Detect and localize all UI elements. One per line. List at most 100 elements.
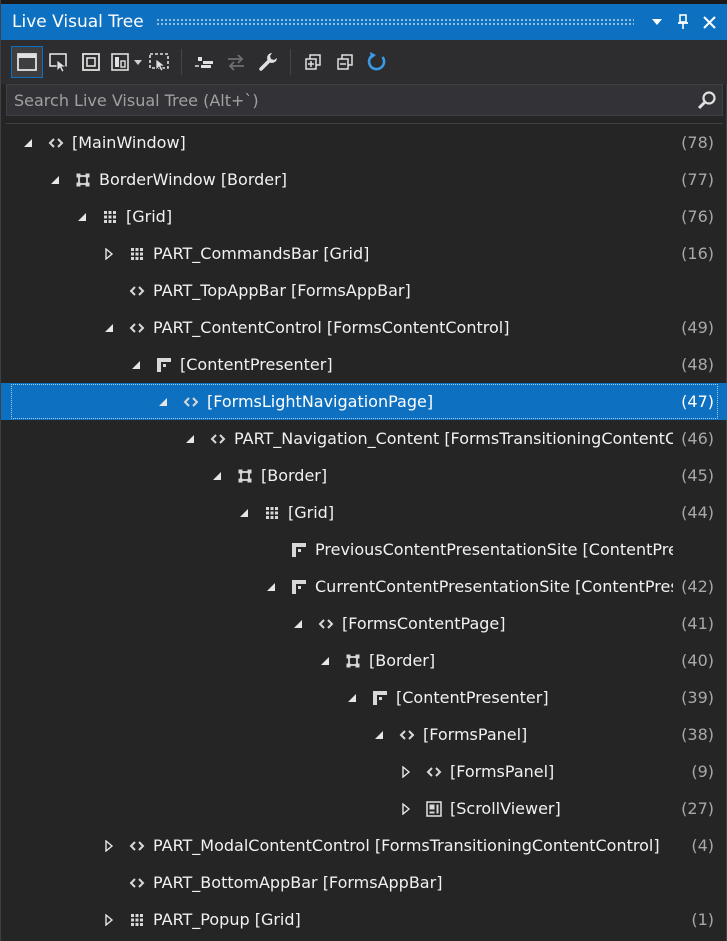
- tree-row[interactable]: CurrentContentPresentationSite [ContentP…: [1, 568, 727, 605]
- tree-row-count: (1): [691, 910, 714, 929]
- tree-row[interactable]: PART_Navigation_Content [FormsTransition…: [1, 420, 727, 457]
- content-presenter-icon: [291, 531, 307, 568]
- preview-selection-icon[interactable]: [143, 46, 175, 78]
- angle-brackets-icon: [129, 309, 145, 346]
- expand-arrow-icon[interactable]: [399, 753, 413, 790]
- expand-all-icon[interactable]: [297, 46, 329, 78]
- collapse-all-icon[interactable]: [329, 46, 361, 78]
- tree-row[interactable]: [ScrollViewer] (27): [1, 790, 727, 827]
- tree-row-label: PART_ModalContentControl [FormsTransitio…: [153, 836, 660, 855]
- track-focus-dropdown-icon[interactable]: [133, 46, 143, 78]
- collapse-arrow-icon[interactable]: [75, 198, 89, 235]
- select-element-icon[interactable]: [43, 46, 75, 78]
- tree-row-count: (77): [681, 170, 714, 189]
- tree-row[interactable]: [Border] (45): [1, 457, 727, 494]
- tree-row-label: PART_TopAppBar [FormsAppBar]: [153, 281, 411, 300]
- pin-icon[interactable]: [670, 9, 696, 35]
- tree-row[interactable]: [FormsPanel] (9): [1, 753, 727, 790]
- collapse-arrow-icon[interactable]: [183, 420, 197, 457]
- angle-brackets-icon: [129, 827, 145, 864]
- angle-brackets-icon: [129, 272, 145, 309]
- tree-row[interactable]: [FormsPanel] (38): [1, 716, 727, 753]
- angle-brackets-icon: [318, 605, 334, 642]
- track-selection-icon[interactable]: [220, 46, 252, 78]
- display-adorners-icon[interactable]: [11, 46, 43, 78]
- collapse-arrow-icon[interactable]: [48, 161, 62, 198]
- collapse-arrow-icon[interactable]: [21, 124, 35, 161]
- tree-row-label: [FormsPanel]: [450, 762, 555, 781]
- search-input[interactable]: [7, 89, 692, 111]
- show-just-my-xaml-icon[interactable]: [188, 46, 220, 78]
- tree-row[interactable]: [ContentPresenter] (48): [1, 346, 727, 383]
- tree-row-count: (27): [681, 799, 714, 818]
- toolbar-separator: [290, 49, 291, 75]
- collapse-arrow-icon[interactable]: [210, 457, 224, 494]
- tree-row-count: (41): [681, 614, 714, 633]
- tree-row-label: PART_BottomAppBar [FormsAppBar]: [153, 873, 443, 892]
- collapse-arrow-icon[interactable]: [264, 568, 278, 605]
- expand-arrow-icon[interactable]: [102, 827, 116, 864]
- tree-row-label: PART_Navigation_Content [FormsTransition…: [234, 429, 673, 448]
- tree-row-label: [ContentPresenter]: [396, 688, 549, 707]
- border-icon: [75, 161, 91, 198]
- title-bar[interactable]: Live Visual Tree: [1, 0, 727, 40]
- content-presenter-icon: [156, 346, 172, 383]
- tree-row-label: PART_ContentControl [FormsContentControl…: [153, 318, 510, 337]
- tree-row[interactable]: PreviousContentPresentationSite [Content…: [1, 531, 727, 568]
- tree-row[interactable]: BorderWindow [Border] (77): [1, 161, 727, 198]
- tree-row-count: (49): [681, 318, 714, 337]
- tree-row[interactable]: [MainWindow] (78): [1, 124, 727, 161]
- collapse-arrow-icon[interactable]: [345, 679, 359, 716]
- scroll-viewer-icon: [426, 790, 442, 827]
- collapse-arrow-icon[interactable]: [318, 642, 332, 679]
- tree-row-label: [ContentPresenter]: [180, 355, 333, 374]
- tree-row-label: [Border]: [261, 466, 328, 485]
- track-focus-icon[interactable]: [107, 46, 133, 78]
- layout-adorners-icon[interactable]: [75, 46, 107, 78]
- tree-row[interactable]: [Grid] (44): [1, 494, 727, 531]
- expand-arrow-icon[interactable]: [102, 235, 116, 272]
- tree-row[interactable]: [Grid] (76): [1, 198, 727, 235]
- expand-arrow-icon[interactable]: [399, 790, 413, 827]
- tree-row[interactable]: PART_BottomAppBar [FormsAppBar]: [1, 864, 727, 901]
- tree-row-count: (47): [681, 392, 714, 411]
- expand-arrow-icon[interactable]: [102, 901, 116, 938]
- tree-row-count: (45): [681, 466, 714, 485]
- tree-row[interactable]: PART_TopAppBar [FormsAppBar]: [1, 272, 727, 309]
- angle-brackets-icon: [48, 124, 64, 161]
- close-icon[interactable]: [696, 9, 722, 35]
- properties-wrench-icon[interactable]: [252, 46, 284, 78]
- angle-brackets-icon: [210, 420, 226, 457]
- grid-icon: [129, 901, 145, 938]
- tree-row[interactable]: [Border] (40): [1, 642, 727, 679]
- tree-row[interactable]: PART_CommandsBar [Grid] (16): [1, 235, 727, 272]
- tree-row[interactable]: [ContentPresenter] (39): [1, 679, 727, 716]
- content-presenter-icon: [291, 568, 307, 605]
- tree-row-label: PreviousContentPresentationSite [Content…: [315, 540, 673, 559]
- window-title: Live Visual Tree: [12, 12, 144, 32]
- search-icon[interactable]: [692, 85, 722, 115]
- collapse-arrow-icon[interactable]: [291, 605, 305, 642]
- tree-row-count: (39): [681, 688, 714, 707]
- tree-row-count: (48): [681, 355, 714, 374]
- window-options-dropdown-icon[interactable]: [644, 9, 670, 35]
- tree-row[interactable]: [FormsContentPage] (41): [1, 605, 727, 642]
- tree-row-label: PART_Popup [Grid]: [153, 910, 301, 929]
- refresh-icon[interactable]: [361, 46, 393, 78]
- tree-row[interactable]: PART_ModalContentControl [FormsTransitio…: [1, 827, 727, 864]
- tree-row-count: (42): [681, 577, 714, 596]
- grid-icon: [264, 494, 280, 531]
- collapse-arrow-icon[interactable]: [156, 383, 170, 420]
- collapse-arrow-icon[interactable]: [372, 716, 386, 753]
- tree-row-count: (9): [691, 762, 714, 781]
- collapse-arrow-icon[interactable]: [129, 346, 143, 383]
- tree-row-label: CurrentContentPresentationSite [ContentP…: [315, 577, 673, 596]
- title-grip[interactable]: [155, 17, 634, 27]
- tree-row-count: (46): [681, 429, 714, 448]
- tree-row-label: [FormsPanel]: [423, 725, 528, 744]
- tree-row[interactable]: PART_ContentControl [FormsContentControl…: [1, 309, 727, 346]
- tree-row[interactable]: [FormsLightNavigationPage] (47): [1, 383, 727, 420]
- tree-row[interactable]: PART_Popup [Grid] (1): [1, 901, 727, 938]
- collapse-arrow-icon[interactable]: [102, 309, 116, 346]
- collapse-arrow-icon[interactable]: [237, 494, 251, 531]
